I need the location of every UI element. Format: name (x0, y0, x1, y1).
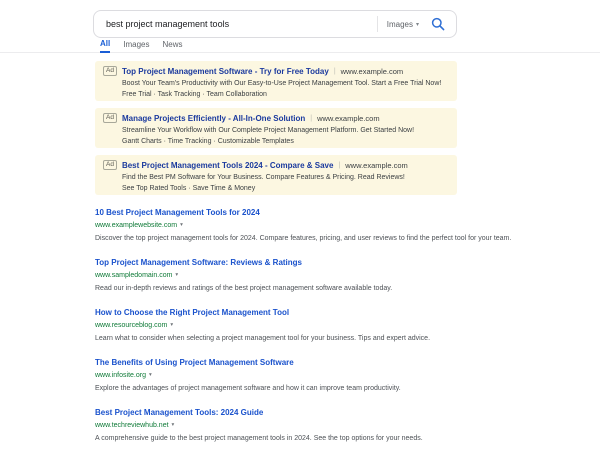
result-display-url: www.resourceblog.com (95, 322, 168, 329)
tabs-bar: All Images News (0, 36, 600, 53)
ad-extensions: Gantt Charts · Time Tracking · Customiza… (122, 138, 294, 145)
search-bar: Images ▾ (93, 10, 457, 38)
search-result: Top Project Management Software: Reviews… (95, 252, 550, 293)
ad-separator: | (333, 67, 336, 75)
tab-news[interactable]: News (162, 40, 182, 52)
result-snippet: A comprehensive guide to the best projec… (95, 435, 423, 442)
result-title-link[interactable]: 10 Best Project Management Tools for 202… (95, 208, 260, 218)
result-title-link[interactable]: The Benefits of Using Project Management… (95, 358, 294, 368)
search-result: How to Choose the Right Project Manageme… (95, 302, 550, 343)
result-title-link[interactable]: Best Project Management Tools: 2024 Guid… (95, 408, 263, 418)
search-results-page: Ad Top Project Management Software - Try… (95, 61, 555, 452)
ad-display-url: www.example.com (317, 113, 380, 123)
search-result: The Benefits of Using Project Management… (95, 352, 550, 393)
ad-extensions: Free Trial · Task Tracking · Team Collab… (122, 91, 267, 98)
result-display-url: www.infosite.org (95, 372, 146, 379)
result-snippet: Discover the top project management tool… (95, 235, 512, 242)
result-display-url: www.techreviewhub.net (95, 422, 169, 429)
ad-badge: Ad (103, 113, 117, 123)
ad-display-url: www.example.com (340, 66, 404, 76)
organic-results-section: 10 Best Project Management Tools for 202… (95, 202, 555, 443)
ad-badge: Ad (103, 160, 117, 170)
ad-separator: | (310, 114, 313, 122)
ad-result: Ad Top Project Management Software - Try… (95, 61, 457, 101)
ad-description: Streamline Your Workflow with Our Comple… (122, 127, 415, 134)
result-display-url: www.examplewebsite.com (95, 222, 178, 229)
ad-badge: Ad (103, 66, 117, 76)
result-url-chevron-icon[interactable]: ▾ (180, 221, 183, 230)
ad-result: Ad Best Project Management Tools 2024 - … (95, 155, 457, 195)
result-snippet: Explore the advantages of project manage… (95, 385, 401, 392)
search-scope-label: Images (386, 19, 413, 29)
result-title-link[interactable]: Top Project Management Software: Reviews… (95, 258, 302, 268)
ad-description: Find the Best PM Software for Your Busin… (122, 174, 405, 181)
tab-all[interactable]: All (100, 39, 111, 53)
search-scope-selector[interactable]: Images ▾ (376, 16, 428, 32)
ad-extensions: See Top Rated Tools · Save Time & Money (122, 185, 256, 192)
result-title-link[interactable]: How to Choose the Right Project Manageme… (95, 308, 289, 318)
result-snippet: Read our in-depth reviews and ratings of… (95, 285, 393, 292)
ad-title-link[interactable]: Top Project Management Software - Try fo… (122, 67, 329, 76)
search-result: 10 Best Project Management Tools for 202… (95, 202, 550, 243)
result-url-chevron-icon[interactable]: ▾ (170, 321, 173, 330)
ad-title-link[interactable]: Manage Projects Efficiently - All-In-One… (122, 114, 305, 123)
result-snippet: Learn what to consider when selecting a … (95, 335, 431, 342)
ad-description: Boost Your Team's Productivity with Our … (122, 80, 442, 87)
result-display-url: www.sampledomain.com (95, 272, 173, 279)
ad-display-url: www.example.com (345, 160, 408, 170)
search-result: Best Project Management Tools: 2024 Guid… (95, 402, 550, 443)
result-url-chevron-icon[interactable]: ▾ (175, 271, 178, 280)
search-input[interactable] (106, 19, 377, 29)
result-url-chevron-icon[interactable]: ▾ (149, 371, 152, 380)
tab-images[interactable]: Images (123, 40, 149, 52)
ad-title-link[interactable]: Best Project Management Tools 2024 - Com… (122, 161, 333, 170)
search-icon (431, 17, 445, 31)
ads-section: Ad Top Project Management Software - Try… (95, 61, 555, 195)
result-url-chevron-icon[interactable]: ▾ (172, 421, 175, 430)
ad-result: Ad Manage Projects Efficiently - All-In-… (95, 108, 457, 148)
chevron-down-icon: ▾ (415, 21, 419, 28)
ad-separator: | (338, 161, 341, 169)
search-button[interactable] (428, 14, 448, 34)
